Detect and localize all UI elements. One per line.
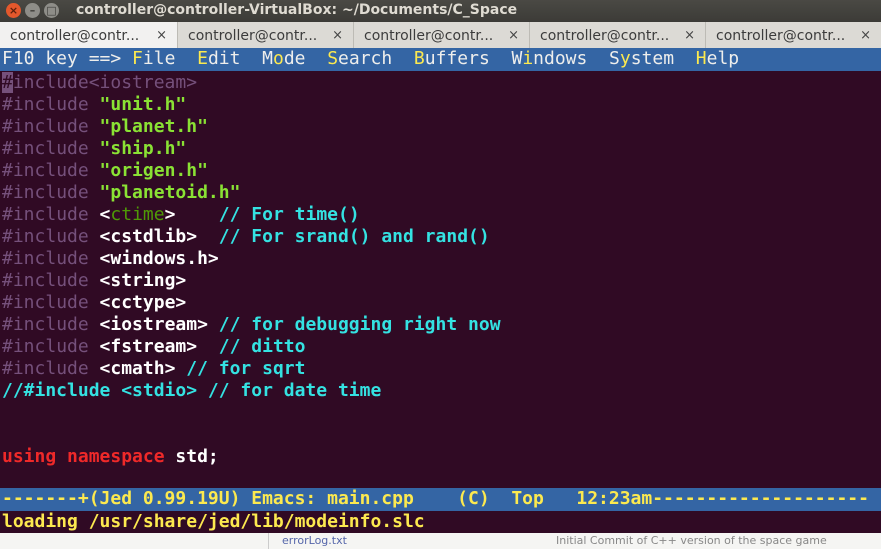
menu-item-file[interactable]: File: [132, 48, 175, 69]
tab-label: controller@contr...: [716, 28, 846, 44]
menu-prefix: F10 key ==>: [2, 48, 133, 69]
terminal-tab[interactable]: controller@contr... ×: [706, 22, 881, 48]
tab-close-icon[interactable]: ×: [156, 22, 167, 50]
code-line: using namespace std;: [2, 446, 219, 467]
menu-item-windows[interactable]: Windows: [511, 48, 587, 69]
tab-label: controller@contr...: [10, 28, 140, 44]
code-line: #include "planetoid.h": [2, 182, 241, 203]
tab-close-icon[interactable]: ×: [684, 22, 695, 50]
divider: [268, 533, 269, 549]
menu-item-edit[interactable]: Edit: [197, 48, 240, 69]
tab-bar: controller@contr... × controller@contr..…: [0, 22, 881, 49]
minimize-window-button[interactable]: –: [25, 3, 40, 18]
terminal-tab[interactable]: controller@contr... ×: [178, 22, 354, 48]
close-window-button[interactable]: ×: [6, 3, 21, 18]
code-line: #include <iostream> // for debugging rig…: [2, 314, 501, 335]
menu-item-help[interactable]: Help: [696, 48, 739, 69]
code-line: #include <cctype>: [2, 292, 187, 313]
status-modeline: -------+(Jed 0.99.19U) Emacs: main.cpp (…: [0, 488, 881, 511]
code-line-comment: //#include <stdio> // for date time: [2, 380, 382, 401]
tab-close-icon[interactable]: ×: [860, 22, 871, 50]
code-line: #include <cstdlib> // For srand() and ra…: [2, 226, 490, 247]
menu-item-search[interactable]: Search: [327, 48, 392, 69]
maximize-window-button[interactable]: □: [44, 3, 59, 18]
code-line: #include <ctime> // For time(): [2, 204, 360, 225]
background-file-link[interactable]: errorLog.txt: [282, 534, 347, 547]
code-line: #include "ship.h": [2, 138, 187, 159]
code-line: #include "origen.h": [2, 160, 208, 181]
tab-label: controller@contr...: [364, 28, 494, 44]
terminal-tab[interactable]: controller@contr... ×: [354, 22, 530, 48]
terminal-tab[interactable]: controller@contr... ×: [530, 22, 706, 48]
text-cursor: #: [2, 72, 13, 93]
code-line: #include <cmath> // for sqrt: [2, 358, 306, 379]
tab-label: controller@contr...: [540, 28, 670, 44]
window-title: controller@controller-VirtualBox: ~/Docu…: [76, 2, 518, 18]
modeline-text: -------+(Jed 0.99.19U) Emacs: main.cpp (…: [2, 488, 869, 509]
tab-close-icon[interactable]: ×: [332, 22, 343, 50]
code-line: #include "unit.h": [2, 94, 187, 115]
code-line: #include<iostream>: [2, 72, 198, 93]
title-bar: × – □ controller@controller-VirtualBox: …: [0, 0, 881, 22]
tab-label: controller@contr...: [188, 28, 318, 44]
menu-row: F10 key ==> File Edit Mode Search Buffer…: [2, 48, 739, 70]
menu-item-mode[interactable]: Mode: [262, 48, 305, 69]
background-commit-message: Initial Commit of C++ version of the spa…: [556, 534, 827, 547]
code-line: #include <windows.h>: [2, 248, 219, 269]
code-line: #include <fstream> // ditto: [2, 336, 306, 357]
background-window-strip: errorLog.txt Initial Commit of C++ versi…: [0, 533, 881, 549]
tab-close-icon[interactable]: ×: [508, 22, 519, 50]
code-line: #include <string>: [2, 270, 187, 291]
code-line: #include "planet.h": [2, 116, 208, 137]
jed-menu-bar: F10 key ==> File Edit Mode Search Buffer…: [0, 48, 881, 71]
menu-item-buffers[interactable]: Buffers: [414, 48, 490, 69]
minibuffer-message: loading /usr/share/jed/lib/modeinfo.slc: [2, 511, 425, 532]
menu-item-system[interactable]: System: [609, 48, 674, 69]
terminal-area[interactable]: F10 key ==> File Edit Mode Search Buffer…: [0, 48, 881, 533]
terminal-tab[interactable]: controller@contr... ×: [0, 22, 178, 48]
